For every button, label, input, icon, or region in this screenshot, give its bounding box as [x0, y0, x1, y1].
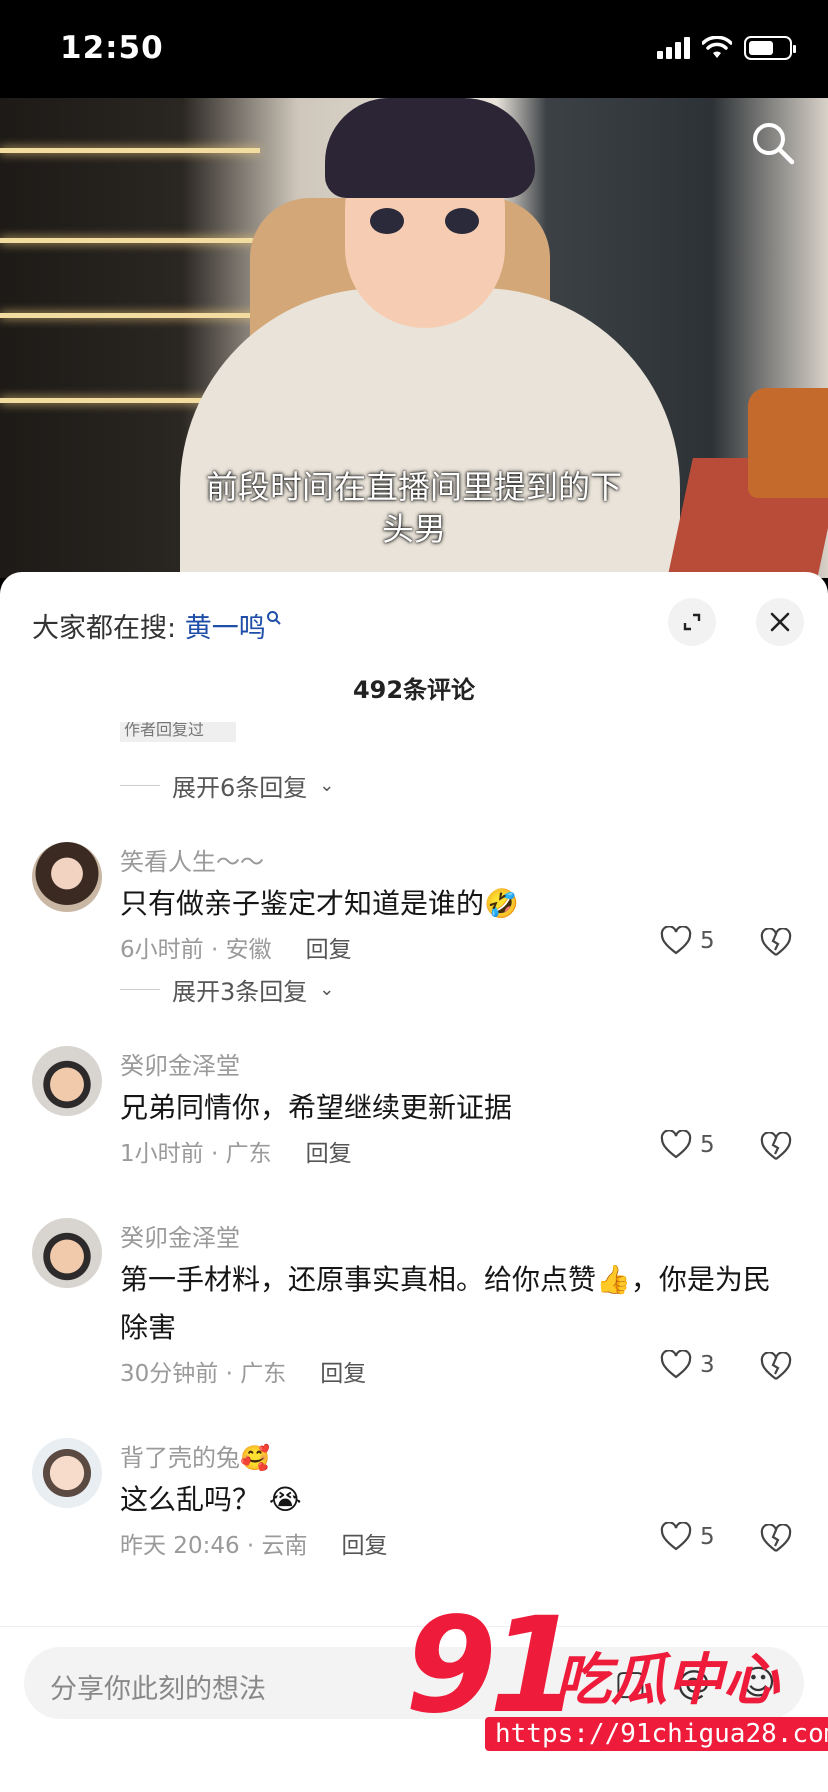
comment-author[interactable]: 笑看人生～～: [120, 842, 264, 877]
like-count: 5: [700, 1132, 715, 1158]
comment-text: 这么乱吗？ 😭: [120, 1476, 780, 1524]
comment-time-location: 6小时前 · 安徽: [120, 937, 272, 963]
reply-button[interactable]: 回复: [320, 1361, 366, 1387]
comment-time-location: 昨天 20:46 · 云南: [120, 1533, 308, 1559]
close-icon: [770, 612, 790, 632]
status-time: 12:50: [60, 30, 164, 66]
shelf-light: [0, 313, 260, 318]
comment-input-placeholder: 分享你此刻的想法: [50, 1674, 266, 1705]
comment-body: 这么乱吗？: [120, 1483, 261, 1516]
comment-text: 只有做亲子鉴定才知道是谁的🤣: [120, 880, 780, 928]
reply-button[interactable]: 回复: [306, 1141, 352, 1167]
like-count: 5: [700, 928, 715, 954]
like-button[interactable]: 3: [660, 1350, 715, 1380]
author-name: 背了壳的兔: [120, 1444, 240, 1472]
expand-replies-button[interactable]: 展开6条回复 ⌄: [120, 768, 334, 803]
expand-replies-label: 展开6条回复: [172, 774, 308, 802]
battery-icon: [744, 36, 796, 60]
expand-button[interactable]: [668, 598, 716, 646]
status-bar: 12:50: [0, 0, 828, 98]
author-replied-label: 作者回复过: [124, 722, 205, 739]
chevron-down-icon: ⌄: [319, 979, 335, 1000]
broken-heart-icon[interactable]: [760, 1352, 792, 1382]
broken-heart-icon[interactable]: [760, 928, 792, 958]
comment-text: 第一手材料，还原事实真相。给你点赞👍，你是为民除害: [120, 1263, 771, 1344]
reply-button[interactable]: 回复: [342, 1533, 388, 1559]
crying-emoji: 😭: [268, 1483, 302, 1516]
avatar-hair: [325, 98, 535, 198]
heart-icon: [660, 926, 692, 955]
shelf-light: [0, 148, 260, 153]
heart-icon: [660, 1350, 692, 1379]
hot-search-prefix: 大家都在搜:: [32, 613, 177, 644]
avatar-eye: [370, 208, 404, 234]
search-icon[interactable]: [748, 118, 798, 168]
author-replied-tag: 作者回复过: [120, 722, 236, 742]
close-button[interactable]: [756, 598, 804, 646]
like-count: 5: [700, 1524, 715, 1550]
expand-replies-label: 展开3条回复: [172, 978, 308, 1006]
watermark-url: https://91chigua28.com: [485, 1717, 828, 1751]
comment-meta: 1小时前 · 广东 回复: [120, 1134, 352, 1168]
comment-body: 只有做亲子鉴定才知道是谁的: [120, 887, 485, 920]
like-count: 3: [700, 1352, 715, 1378]
broken-heart-icon[interactable]: [760, 1524, 792, 1554]
smiling-hearts-emoji: 🥰: [240, 1444, 270, 1472]
comment-author[interactable]: 背了壳的兔🥰: [120, 1438, 270, 1473]
comment-meta: 6小时前 · 安徽 回复: [120, 930, 352, 964]
avatar[interactable]: [32, 842, 102, 912]
chevron-down-icon: ⌄: [319, 775, 335, 796]
comment-meta: 30分钟前 · 广东 回复: [120, 1354, 366, 1388]
video-player[interactable]: 前段时间在直播间里提到的下 头男: [0, 98, 828, 578]
avatar[interactable]: [32, 1218, 102, 1288]
status-icons: [657, 36, 796, 60]
watermark-text: 吃瓜中心: [555, 1648, 779, 1713]
expand-replies-button[interactable]: 展开3条回复 ⌄: [120, 972, 334, 1007]
divider: [120, 785, 160, 786]
video-subtitle: 前段时间在直播间里提到的下 头男: [0, 466, 828, 550]
reply-button[interactable]: 回复: [306, 937, 352, 963]
comment-text: 兄弟同情你，希望继续更新证据: [120, 1091, 513, 1124]
avatar[interactable]: [32, 1046, 102, 1116]
expand-icon: [683, 613, 701, 631]
comment-author[interactable]: 癸卯金泽堂: [120, 1218, 240, 1253]
comment-meta: 昨天 20:46 · 云南 回复: [120, 1526, 388, 1560]
like-button[interactable]: 5: [660, 1130, 715, 1160]
comment-author[interactable]: 癸卯金泽堂: [120, 1046, 240, 1081]
subtitle-line: 头男: [381, 510, 446, 548]
laugh-cry-emoji: 🤣: [484, 887, 519, 920]
broken-heart-icon[interactable]: [760, 1132, 792, 1162]
hot-search-keyword[interactable]: 黄一鸣: [185, 613, 266, 644]
heart-icon: [660, 1130, 692, 1159]
cellular-signal-icon: [657, 37, 690, 59]
divider: [120, 989, 160, 990]
hot-search[interactable]: 大家都在搜: 黄一鸣: [32, 606, 282, 645]
comment-count: 492条评论: [352, 676, 476, 704]
avatar-eye: [445, 208, 479, 234]
avatar[interactable]: [32, 1438, 102, 1508]
wifi-icon: [702, 36, 732, 58]
small-search-icon: [266, 611, 281, 625]
shelf-light: [0, 238, 260, 243]
subtitle-line: 前段时间在直播间里提到的下: [205, 468, 622, 506]
comment-time-location: 30分钟前 · 广东: [120, 1361, 287, 1387]
like-button[interactable]: 5: [660, 1522, 715, 1552]
heart-icon: [660, 1522, 692, 1551]
comment-time-location: 1小时前 · 广东: [120, 1141, 272, 1167]
like-button[interactable]: 5: [660, 926, 715, 956]
watermark: 91 吃瓜中心 https://91chigua28.com: [405, 1589, 828, 1755]
